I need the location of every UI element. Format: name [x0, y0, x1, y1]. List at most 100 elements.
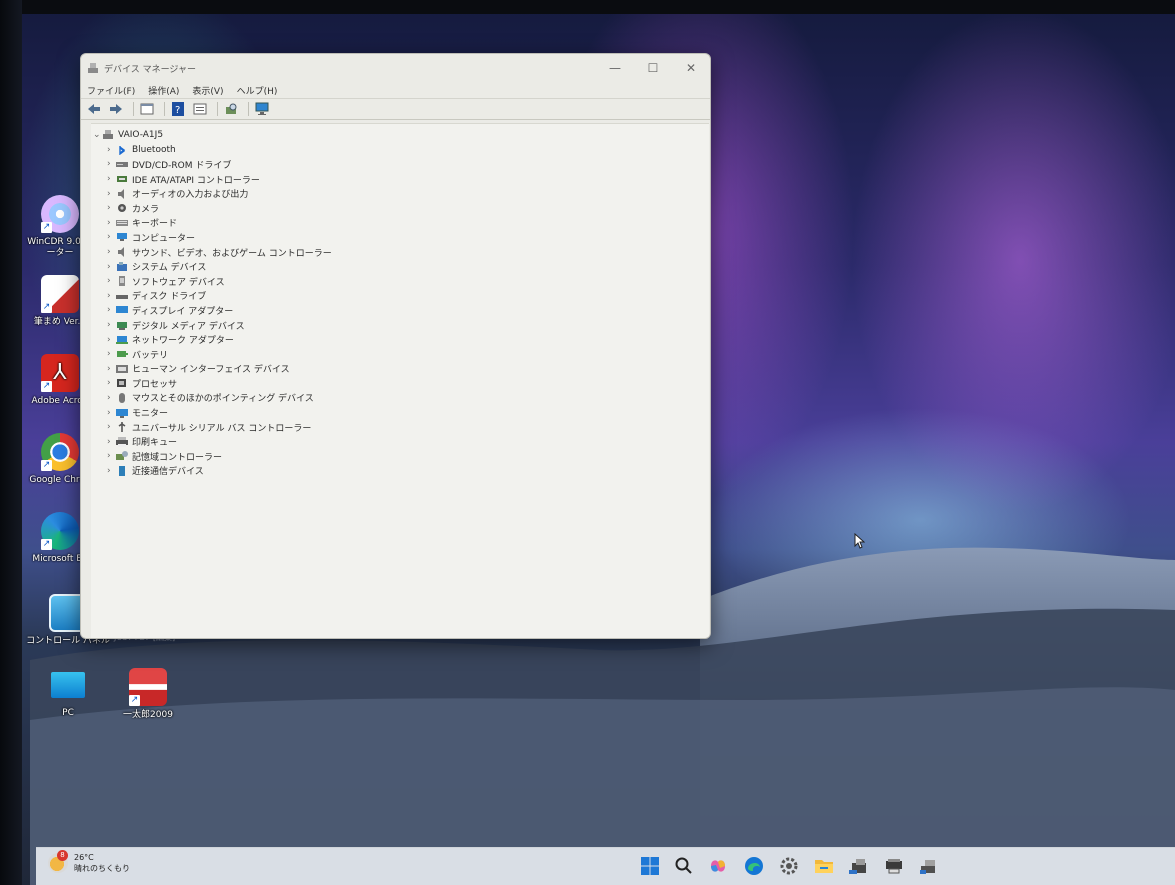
chevron-right-icon[interactable]: ›: [107, 408, 116, 418]
chevron-right-icon[interactable]: ›: [107, 276, 116, 286]
tree-item[interactable]: › サウンド、ビデオ、およびゲーム コントローラー: [93, 245, 332, 260]
device-tree-panel[interactable]: ⌄ VAIO-A1J5 › Bluetooth › DVD/CD-ROM ドライブ › I…: [91, 123, 709, 638]
chevron-right-icon[interactable]: ›: [107, 335, 116, 345]
tree-item[interactable]: › 近接通信デバイス: [93, 464, 332, 479]
tree-item-label: カメラ: [132, 204, 160, 215]
chevron-right-icon[interactable]: ›: [107, 145, 116, 155]
computer-icon: [103, 130, 113, 140]
desktop-icon-ichitaro[interactable]: ↗ 一太郎2009: [106, 668, 190, 721]
tree-item[interactable]: › システム デバイス: [93, 259, 332, 274]
minimize-button[interactable]: —: [596, 54, 634, 82]
wincdr-icon: ↗: [41, 195, 79, 233]
menu-help[interactable]: ヘルプ(H): [237, 84, 278, 97]
app-button-2[interactable]: [882, 854, 906, 878]
chevron-right-icon[interactable]: ›: [107, 218, 116, 228]
tree-item-label: モニター: [132, 409, 169, 420]
chevron-right-icon[interactable]: ›: [107, 232, 116, 242]
fudemame-icon: ↗: [41, 275, 79, 313]
settings-button[interactable]: [777, 854, 801, 878]
hid-icon: [116, 364, 128, 373]
weather-icon: 8: [48, 850, 68, 873]
chevron-right-icon[interactable]: ›: [107, 189, 116, 199]
microsoft-edge-icon: ↗: [41, 512, 79, 550]
adobe-acrobat-icon: ⅄ ↗: [41, 354, 79, 392]
desktop-icon-label: 一太郎2009: [123, 710, 173, 720]
tree-item[interactable]: › ユニバーサル シリアル バス コントローラー: [93, 420, 332, 435]
weather-widget[interactable]: 8 26°C 晴れのちくもり: [48, 850, 130, 874]
chevron-right-icon[interactable]: ›: [107, 305, 116, 315]
menu-file[interactable]: ファイル(F): [87, 84, 135, 97]
start-button[interactable]: [638, 854, 662, 878]
tree-item[interactable]: › モニター: [93, 405, 332, 420]
tree-item[interactable]: › プロセッサ: [93, 376, 332, 391]
tree-item[interactable]: › ディスプレイ アダプター: [93, 303, 332, 318]
maximize-button[interactable]: ☐: [634, 54, 672, 82]
toolbar: ?: [81, 98, 710, 120]
tree-item-label: サウンド、ビデオ、およびゲーム コントローラー: [132, 248, 332, 259]
tree-item[interactable]: › Bluetooth: [93, 143, 332, 158]
chevron-right-icon[interactable]: ›: [107, 159, 116, 169]
menu-view[interactable]: 表示(V): [192, 84, 223, 97]
title-bar[interactable]: デバイス マネージャー — ☐ ✕: [81, 54, 710, 82]
forward-button[interactable]: [107, 100, 125, 118]
tree-root[interactable]: ⌄ VAIO-A1J5: [93, 128, 332, 143]
tree-item[interactable]: › カメラ: [93, 201, 332, 216]
menu-bar: ファイル(F) 操作(A) 表示(V) ヘルプ(H): [81, 82, 710, 98]
tree-item[interactable]: › コンピューター: [93, 230, 332, 245]
chevron-right-icon[interactable]: ›: [107, 437, 116, 447]
close-button[interactable]: ✕: [672, 54, 710, 82]
tree-item[interactable]: › デジタル メディア デバイス: [93, 318, 332, 333]
app-button-1[interactable]: [847, 854, 871, 878]
chevron-right-icon[interactable]: ›: [107, 262, 116, 272]
tree-item[interactable]: › ディスク ドライブ: [93, 289, 332, 304]
copilot-icon: [711, 860, 725, 872]
tree-item-label: 近接通信デバイス: [132, 467, 204, 478]
copilot-button[interactable]: [706, 854, 730, 878]
chevron-right-icon[interactable]: ›: [107, 378, 116, 388]
tree-item[interactable]: › IDE ATA/ATAPI コントローラー: [93, 172, 332, 187]
dvd-drive-icon: [116, 162, 128, 168]
tree-item[interactable]: › マウスとそのほかのポインティング デバイス: [93, 391, 332, 406]
scan-hardware-button[interactable]: [222, 100, 240, 118]
tree-item[interactable]: › キーボード: [93, 216, 332, 231]
chevron-right-icon[interactable]: ›: [107, 247, 116, 257]
tree-item-label: 記憶域コントローラー: [132, 452, 223, 463]
view-icon: [193, 103, 207, 115]
edge-taskbar-button[interactable]: [742, 854, 766, 878]
monitor-button[interactable]: [253, 100, 271, 118]
help-button[interactable]: ?: [169, 100, 187, 118]
chevron-right-icon[interactable]: ›: [107, 466, 116, 476]
tree-item[interactable]: › 記憶域コントローラー: [93, 449, 332, 464]
network-adapter-icon: [116, 335, 128, 344]
app-icon-2: [886, 859, 902, 874]
tree-item[interactable]: › バッテリ: [93, 347, 332, 362]
tree-item[interactable]: › オーディオの入力および出力: [93, 186, 332, 201]
help-icon: ?: [172, 102, 184, 116]
chevron-right-icon[interactable]: ›: [107, 364, 116, 374]
menu-action[interactable]: 操作(A): [148, 84, 179, 97]
tree-item[interactable]: › ネットワーク アダプター: [93, 332, 332, 347]
chevron-right-icon[interactable]: ›: [107, 422, 116, 432]
tree-item[interactable]: › DVD/CD-ROM ドライブ: [93, 157, 332, 172]
tree-item[interactable]: › ソフトウェア デバイス: [93, 274, 332, 289]
properties-button[interactable]: [138, 100, 156, 118]
device-manager-window[interactable]: デバイス マネージャー — ☐ ✕ ファイル(F) 操作(A) 表示(V) ヘル…: [80, 53, 711, 639]
chevron-right-icon[interactable]: ›: [107, 203, 116, 213]
app-button-3[interactable]: [917, 854, 941, 878]
keyboard-icon: [116, 219, 128, 226]
file-explorer-button[interactable]: [812, 854, 836, 878]
search-button[interactable]: [672, 854, 696, 878]
chevron-right-icon[interactable]: ›: [107, 174, 116, 184]
chevron-right-icon[interactable]: ›: [107, 320, 116, 330]
chevron-right-icon[interactable]: ›: [107, 291, 116, 301]
chevron-right-icon[interactable]: ›: [107, 393, 116, 403]
desktop-icon-pc[interactable]: PC: [26, 672, 110, 719]
chevron-down-icon[interactable]: ⌄: [93, 130, 102, 140]
chevron-right-icon[interactable]: ›: [107, 349, 116, 359]
tree-item[interactable]: › ヒューマン インターフェイス デバイス: [93, 362, 332, 377]
processor-icon: [117, 379, 126, 388]
view-button[interactable]: [191, 100, 209, 118]
back-button[interactable]: [85, 100, 103, 118]
tree-item[interactable]: › 印刷キュー: [93, 434, 332, 449]
chevron-right-icon[interactable]: ›: [107, 451, 116, 461]
